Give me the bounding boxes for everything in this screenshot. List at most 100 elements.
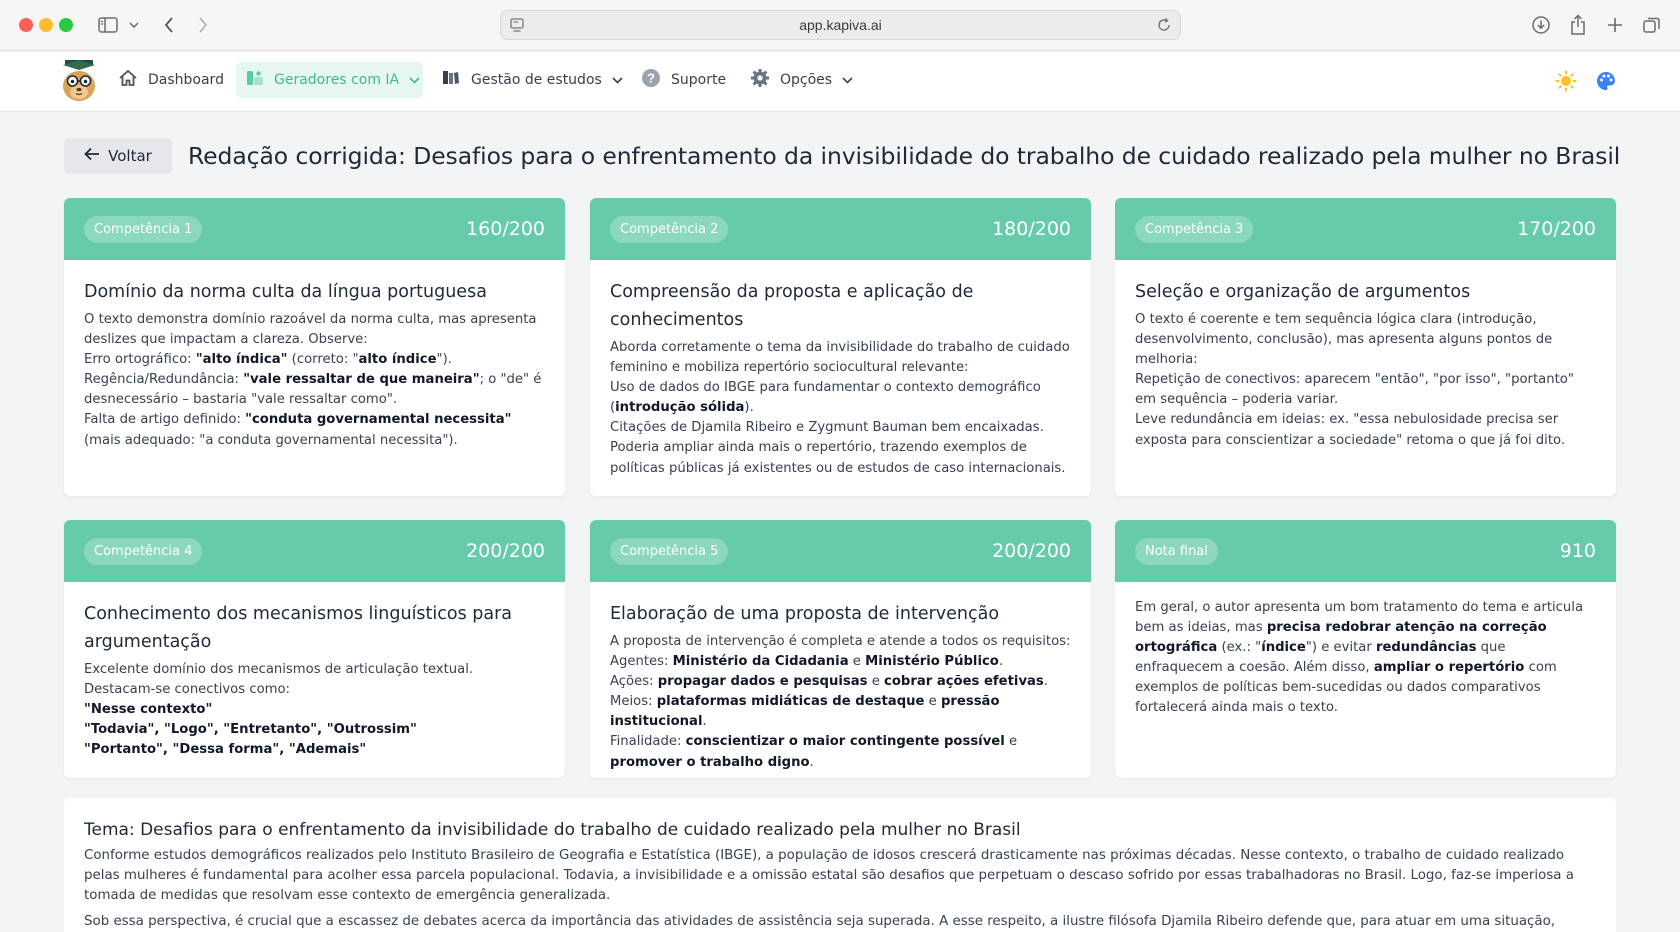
nav-opcoes[interactable]: Opções	[740, 62, 863, 98]
page-title: Redação corrigida: Desafios para o enfre…	[188, 142, 1621, 170]
feedback-line: Falta de artigo definido: "conduta gover…	[84, 412, 512, 448]
minimize-window-button[interactable]	[39, 18, 53, 32]
feedback-line: Agentes: Ministério da Cidadania e Minis…	[610, 654, 1004, 670]
competency-card-3: Competência 3 170/200 Seleção e organiza…	[1115, 198, 1616, 496]
page-settings-icon[interactable]	[510, 17, 524, 36]
competency-score: 200/200	[466, 540, 545, 562]
final-score-card: Nota final 910 Em geral, o autor apresen…	[1115, 520, 1616, 778]
final-score-value: 910	[1559, 540, 1596, 562]
card-feedback: O texto demonstra domínio razoável da no…	[84, 310, 545, 451]
feedback-line: "Nesse contexto"	[84, 702, 213, 718]
feedback-line: Citações de Djamila Ribeiro e Zygmunt Ba…	[610, 420, 1044, 436]
essay-title: Tema: Desafios para o enfrentamento da i…	[84, 820, 1021, 840]
final-feedback: Em geral, o autor apresenta um bom trata…	[1135, 598, 1596, 719]
nav-dashboard-label: Dashboard	[148, 72, 224, 88]
competency-card-4: Competência 4 200/200 Conhecimento dos m…	[64, 520, 565, 778]
card-feedback: Excelente domínio dos mecanismos de arti…	[84, 660, 545, 760]
feedback-line: Aborda corretamente o tema da invisibili…	[610, 340, 1070, 376]
chevron-down-icon	[409, 72, 420, 88]
nav-geradores-label: Geradores com IA	[274, 72, 400, 88]
back-button[interactable]: Voltar	[64, 138, 172, 174]
card-header: Competência 1 160/200	[64, 198, 565, 260]
competency-score: 200/200	[992, 540, 1071, 562]
nav-gestao-label: Gestão de estudos	[471, 72, 602, 88]
feedback-line: "Portanto", "Dessa forma", "Ademais"	[84, 742, 367, 758]
feedback-line: Finalidade: conscientizar o maior contin…	[610, 734, 1018, 770]
final-score-badge: Nota final	[1135, 537, 1218, 565]
competency-score: 170/200	[1517, 218, 1596, 240]
chevron-down-icon	[842, 72, 853, 88]
competency-card-5: Competência 5 200/200 Elaboração de uma …	[590, 520, 1091, 778]
maximize-window-button[interactable]	[59, 18, 73, 32]
feedback-line: O texto demonstra domínio razoável da no…	[84, 312, 537, 348]
nav-suporte[interactable]: ? Suporte	[631, 62, 736, 98]
arrow-left-icon	[84, 147, 100, 165]
competency-card-2: Competência 2 180/200 Compreensão da pro…	[590, 198, 1091, 496]
feedback-line: Poderia ampliar ainda mais o repertório,…	[610, 440, 1066, 476]
feedback-line: Regência/Redundância: "vale ressaltar de…	[84, 372, 542, 408]
home-icon	[118, 69, 138, 91]
nav-dashboard[interactable]: Dashboard	[108, 62, 234, 98]
ai-generator-icon	[246, 69, 264, 91]
card-title: Compreensão da proposta e aplicação de c…	[610, 282, 974, 330]
card-header: Competência 4 200/200	[64, 520, 565, 582]
new-tab-icon[interactable]	[1604, 12, 1626, 38]
feedback-line: Leve redundância em ideias: ex. "essa ne…	[1135, 412, 1566, 448]
competency-badge: Competência 2	[610, 215, 729, 243]
competency-badge: Competência 1	[84, 215, 203, 243]
app-navbar: Dashboard Geradores com IA Gestão de est…	[0, 52, 1680, 112]
reload-icon[interactable]	[1156, 17, 1172, 36]
back-button-label: Voltar	[108, 147, 152, 165]
nav-gestao-de-estudos[interactable]: Gestão de estudos	[431, 62, 633, 98]
question-icon: ?	[641, 68, 661, 92]
browser-toolbar: app.kapiva.ai	[0, 0, 1680, 51]
card-header: Nota final 910	[1115, 520, 1616, 582]
url-text: app.kapiva.ai	[799, 17, 882, 33]
books-icon	[441, 69, 461, 91]
competency-badge: Competência 3	[1135, 215, 1254, 243]
gear-icon	[750, 68, 770, 92]
card-header: Competência 3 170/200	[1115, 198, 1616, 260]
card-header: Competência 5 200/200	[590, 520, 1091, 582]
kapiva-logo[interactable]	[60, 58, 98, 104]
forward-arrow-icon[interactable]	[194, 12, 212, 38]
feedback-line: "Todavia", "Logo", "Entretanto", "Outros…	[84, 722, 417, 738]
competency-score: 180/200	[992, 218, 1071, 240]
feedback-line: Ações: propagar dados e pesquisas e cobr…	[610, 674, 1048, 690]
chevron-down-icon[interactable]	[127, 12, 141, 38]
palette-icon[interactable]	[1595, 70, 1617, 96]
card-title: Domínio da norma culta da língua portugu…	[84, 282, 487, 302]
essay-paragraph: Conforme estudos demográficos realizados…	[84, 848, 1574, 904]
card-title: Conhecimento dos mecanismos linguísticos…	[84, 604, 513, 652]
card-title: Elaboração de uma proposta de intervençã…	[610, 604, 1000, 624]
card-feedback: O texto é coerente e tem sequência lógic…	[1135, 310, 1596, 451]
competency-badge: Competência 4	[84, 537, 203, 565]
nav-geradores-com-ia[interactable]: Geradores com IA	[236, 62, 423, 98]
competency-score: 160/200	[466, 218, 545, 240]
share-icon[interactable]	[1567, 12, 1589, 38]
tab-overview-icon[interactable]	[1641, 12, 1663, 38]
download-icon[interactable]	[1530, 12, 1552, 38]
card-feedback: A proposta de intervenção é completa e a…	[610, 632, 1071, 773]
card-header: Competência 2 180/200	[590, 198, 1091, 260]
competency-card-1: Competência 1 160/200 Domínio da norma c…	[64, 198, 565, 496]
feedback-line: A proposta de intervenção é completa e a…	[610, 634, 1071, 649]
close-window-button[interactable]	[19, 18, 33, 32]
competency-badge: Competência 5	[610, 537, 729, 565]
card-title: Seleção e organização de argumentos	[1135, 282, 1471, 302]
feedback-line: Uso de dados do IBGE para fundamentar o …	[610, 380, 1041, 416]
chevron-down-icon	[612, 72, 623, 88]
back-arrow-icon[interactable]	[160, 12, 178, 38]
feedback-line: Em geral, o autor apresenta um bom trata…	[1135, 600, 1584, 716]
nav-opcoes-label: Opções	[780, 72, 833, 88]
feedback-line: O texto é coerente e tem sequência lógic…	[1135, 312, 1553, 368]
essay-panel: Tema: Desafios para o enfrentamento da i…	[64, 798, 1616, 932]
card-feedback: Aborda corretamente o tema da invisibili…	[610, 338, 1071, 479]
feedback-line: Meios: plataformas midiáticas de destaqu…	[610, 694, 1000, 730]
svg-text:?: ?	[647, 71, 655, 86]
sidebar-toggle-icon[interactable]	[96, 12, 120, 38]
sun-icon[interactable]	[1555, 70, 1577, 96]
address-bar[interactable]: app.kapiva.ai	[500, 10, 1181, 40]
feedback-line: Excelente domínio dos mecanismos de arti…	[84, 662, 474, 698]
feedback-line: Erro ortográfico: "alto índica" (correto…	[84, 352, 452, 368]
